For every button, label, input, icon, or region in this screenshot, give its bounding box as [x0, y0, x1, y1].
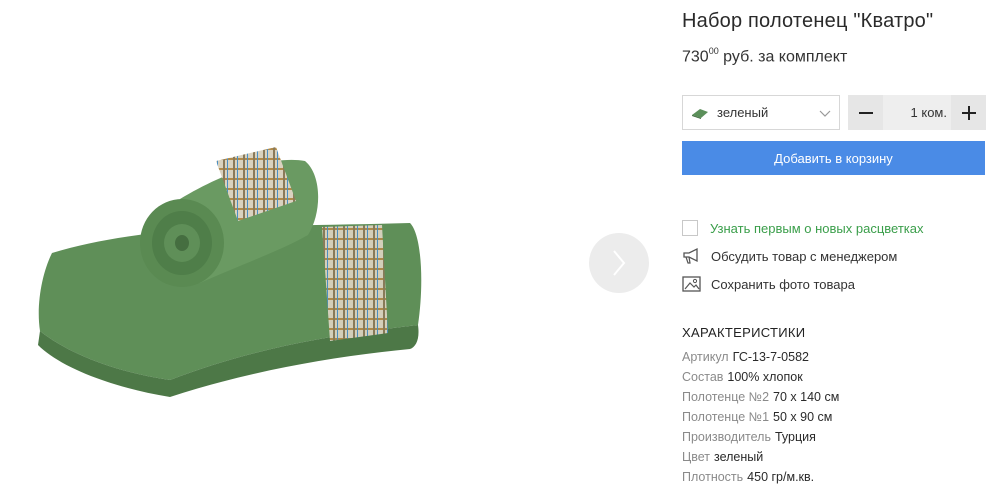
price-unit: руб. за комплект — [723, 48, 848, 66]
notify-new-colors-option[interactable]: Узнать первым о новых расцветках — [682, 218, 923, 238]
quantity-stepper: 1 ком. — [848, 95, 986, 130]
characteristic-key: Артикул — [682, 350, 729, 364]
discuss-label[interactable]: Обсудить товар с менеджером — [711, 249, 897, 264]
minus-icon — [858, 111, 873, 114]
characteristic-key: Плотность — [682, 470, 744, 484]
characteristic-row: Плотность 450 гр/м.кв. — [682, 467, 839, 487]
characteristic-value: 50 х 90 см — [773, 410, 833, 424]
characteristics-heading: ХАРАКТЕРИСТИКИ — [682, 325, 806, 340]
notify-checkbox[interactable] — [682, 220, 698, 236]
characteristic-row: Полотенце №2 70 х 140 см — [682, 387, 839, 407]
plus-icon — [961, 105, 976, 120]
chevron-down-icon — [819, 110, 831, 117]
save-photo-label[interactable]: Сохранить фото товара — [711, 277, 855, 292]
characteristic-key: Полотенце №2 — [682, 390, 770, 404]
notify-label[interactable]: Узнать первым о новых расцветках — [710, 221, 923, 236]
characteristic-value: ГС-13-7-0582 — [732, 350, 809, 364]
characteristic-key: Производитель — [682, 430, 771, 444]
discuss-with-manager-link[interactable]: Обсудить товар с менеджером — [682, 246, 897, 266]
characteristic-value: 70 х 140 см — [773, 390, 840, 404]
characteristic-row: Производитель Турция — [682, 427, 839, 447]
characteristic-row: Полотенце №1 50 х 90 см — [682, 407, 839, 427]
characteristic-key: Цвет — [682, 450, 711, 464]
photo-icon — [682, 276, 701, 292]
characteristic-row: Цвет зеленый — [682, 447, 839, 467]
color-swatch — [692, 108, 708, 119]
product-image — [38, 147, 422, 397]
megaphone-icon — [683, 247, 698, 264]
characteristic-value: 100% хлопок — [727, 370, 803, 384]
characteristic-value: Турция — [774, 430, 816, 444]
characteristics-list: Артикул ГС-13-7-0582 Состав 100% хлопок По… — [682, 347, 839, 487]
color-select-value: зеленый — [717, 105, 769, 120]
chevron-right-icon — [613, 250, 626, 276]
quantity-decrease-button[interactable] — [848, 95, 883, 130]
characteristic-value: 450 гр/м.кв. — [747, 470, 815, 484]
add-to-cart-button[interactable]: Добавить в корзину — [682, 141, 985, 175]
price-main: 730 — [682, 48, 709, 66]
color-select[interactable]: зеленый — [682, 95, 840, 130]
characteristic-key: Состав — [682, 370, 724, 384]
quantity-increase-button[interactable] — [951, 95, 986, 130]
save-photo-link[interactable]: Сохранить фото товара — [682, 274, 855, 294]
characteristic-row: Артикул ГС-13-7-0582 — [682, 347, 839, 367]
product-info: Набор полотенец "Кватро" 73000 руб. за к… — [682, 0, 991, 490]
next-image-button[interactable] — [589, 233, 649, 293]
product-price: 73000 руб. за комплект — [682, 46, 848, 66]
price-cents: 00 — [708, 46, 719, 56]
product-title: Набор полотенец "Кватро" — [682, 10, 934, 32]
characteristic-value: зеленый — [714, 450, 764, 464]
characteristic-row: Состав 100% хлопок — [682, 367, 839, 387]
characteristic-key: Полотенце №1 — [682, 410, 770, 424]
quantity-input[interactable]: 1 ком. — [883, 95, 951, 130]
product-gallery — [0, 0, 660, 490]
